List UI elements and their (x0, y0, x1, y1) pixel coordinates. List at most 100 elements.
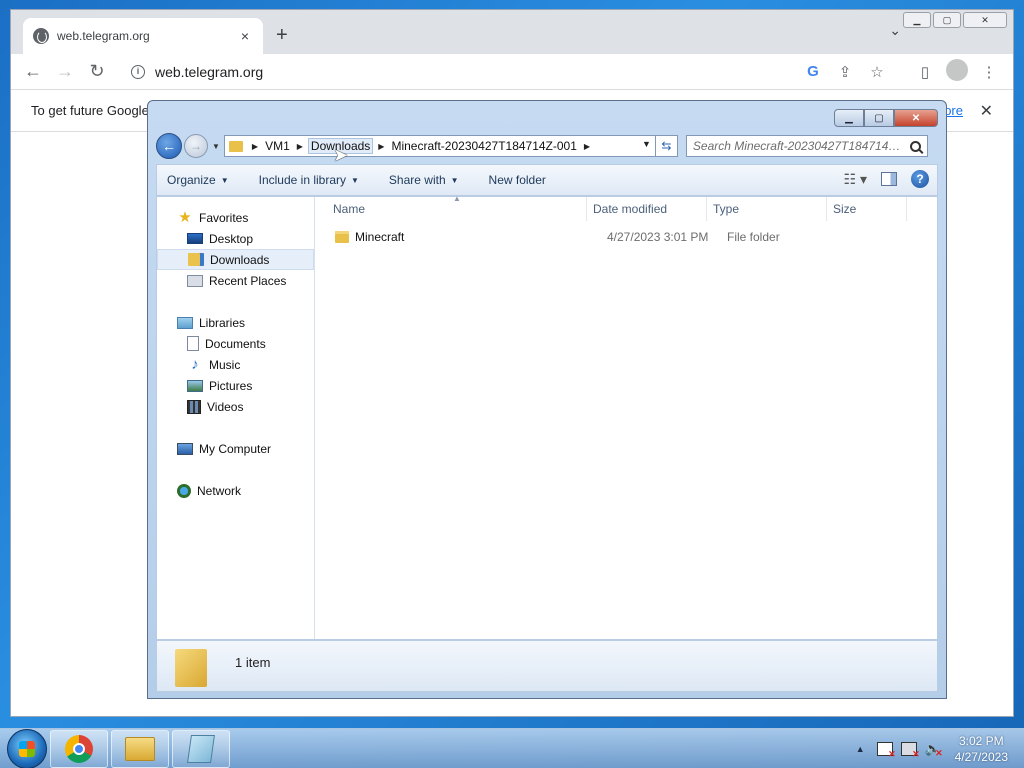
address-bar[interactable]: i web.telegram.org G ⇪ ☆ (123, 57, 901, 86)
folder-icon (228, 140, 243, 152)
refresh-button[interactable]: ⇆ (655, 135, 678, 157)
volume-icon[interactable]: 🔈 (925, 742, 943, 761)
explorer-back-button[interactable]: ← (156, 133, 182, 159)
taskbar-notepad[interactable] (172, 729, 230, 768)
column-name[interactable]: Name (315, 197, 587, 221)
taskbar-chrome[interactable] (50, 729, 108, 768)
nav-pictures[interactable]: Pictures (157, 375, 314, 396)
tab-search-chevron-icon[interactable]: ⌄ (889, 22, 901, 39)
nav-libraries[interactable]: Libraries (157, 312, 314, 333)
site-info-icon[interactable]: i (131, 64, 145, 79)
tab-close-icon[interactable]: × (237, 28, 253, 44)
history-dropdown-icon[interactable]: ▼ (212, 142, 220, 151)
videos-icon (187, 399, 201, 414)
column-headers: ▲ Name Date modified Type Size (315, 194, 937, 221)
network-icon (177, 483, 191, 498)
maximize-button[interactable]: ▢ (933, 12, 961, 28)
file-row[interactable]: Minecraft 4/27/2023 3:01 PM File folder (315, 226, 937, 248)
libraries-icon (177, 316, 193, 329)
column-date-modified[interactable]: Date modified (587, 197, 707, 221)
breadcrumb-chevron-icon[interactable]: ▶ (378, 142, 384, 151)
breadcrumb-minecraft-folder[interactable]: Minecraft-20230427T184714Z-001 (389, 139, 578, 153)
side-panel-icon[interactable]: ▯ (909, 63, 941, 81)
change-view-icon[interactable]: ☷ ▾ (844, 171, 867, 188)
back-button[interactable]: ← (19, 61, 47, 82)
taskbar-explorer[interactable] (111, 729, 169, 768)
network-status-icon[interactable] (900, 742, 920, 760)
new-tab-button[interactable]: + (276, 24, 288, 47)
start-button[interactable] (7, 728, 47, 768)
help-icon[interactable]: ? (911, 170, 929, 188)
nav-videos[interactable]: Videos (157, 396, 314, 417)
explorer-maximize-button[interactable]: ▢ (864, 109, 894, 127)
nav-music[interactable]: ♪ Music (157, 354, 314, 375)
organize-button[interactable]: Organize ▼ (167, 173, 229, 187)
url-text[interactable]: web.telegram.org (155, 64, 797, 80)
dropdown-arrow-icon: ▼ (450, 175, 459, 185)
browser-tab[interactable]: web.telegram.org × (23, 18, 263, 54)
nav-recent-places[interactable]: Recent Places (157, 270, 314, 291)
nav-documents[interactable]: Documents (157, 333, 314, 354)
explorer-address-bar[interactable]: ▶ VM1 ▶ Downloads ▶ Minecraft-20230427T1… (223, 135, 656, 157)
nav-desktop[interactable]: Desktop (157, 228, 314, 249)
action-center-icon[interactable] (876, 742, 896, 760)
nav-videos-label: Videos (207, 399, 244, 414)
explorer-forward-button[interactable]: → (184, 134, 208, 158)
recent-places-icon (187, 274, 203, 287)
search-input[interactable]: Search Minecraft-20230427T184714Z-001 (685, 135, 928, 157)
preview-pane-icon[interactable] (881, 172, 897, 186)
nav-pictures-label: Pictures (209, 378, 253, 393)
navigation-pane: ★ Favorites Desktop Downloads Recent Plac… (157, 197, 315, 639)
infobar-close-icon[interactable]: ✕ (980, 101, 993, 121)
nav-desktop-label: Desktop (209, 231, 254, 246)
chrome-menu-icon[interactable]: ⋮ (973, 63, 1005, 81)
address-dropdown-icon[interactable]: ▼ (642, 139, 651, 149)
explorer-minimize-button[interactable]: ▁ (834, 109, 864, 127)
bookmark-star-icon[interactable]: ☆ (861, 63, 893, 81)
reload-button[interactable]: ↻ (83, 61, 111, 82)
nav-downloads[interactable]: Downloads (157, 249, 314, 270)
breadcrumb-chevron-icon[interactable]: ▶ (584, 142, 590, 151)
file-type: File folder (727, 230, 780, 244)
column-size[interactable]: Size (827, 197, 907, 221)
nav-my-computer[interactable]: My Computer (157, 438, 314, 459)
explorer-close-button[interactable]: ✕ (894, 109, 938, 127)
share-with-button[interactable]: Share with ▼ (389, 173, 459, 187)
sort-arrow-icon: ▲ (453, 194, 461, 203)
globe-icon (33, 28, 49, 44)
chrome-window-controls: ▁ ▢ ✕ (903, 12, 1007, 28)
file-name[interactable]: Minecraft (355, 230, 601, 244)
item-count: 1 item (235, 655, 271, 670)
documents-icon (187, 336, 199, 351)
infobar-text: To get future Google (31, 103, 149, 118)
include-in-library-button[interactable]: Include in library ▼ (259, 173, 359, 187)
minimize-button[interactable]: ▁ (903, 12, 931, 28)
include-in-library-label: Include in library (258, 173, 346, 187)
dropdown-arrow-icon: ▼ (351, 175, 359, 185)
breadcrumb-chevron-icon[interactable]: ▶ (252, 142, 258, 151)
close-button[interactable]: ✕ (963, 12, 1007, 28)
infobar-link[interactable]: ore (944, 103, 963, 118)
view-controls: ☷ ▾ ? (844, 170, 929, 188)
breadcrumb-vm1[interactable]: VM1 (263, 139, 292, 153)
chrome-toolbar: ← → ↻ i web.telegram.org G ⇪ ☆ ▯ ⋮ (11, 54, 1013, 90)
nav-favorites[interactable]: ★ Favorites (157, 207, 314, 228)
profile-button[interactable] (941, 58, 973, 85)
breadcrumb-chevron-icon[interactable]: ▶ (297, 142, 303, 151)
column-type[interactable]: Type (707, 197, 827, 221)
folder-large-icon (175, 649, 207, 687)
chrome-icon (65, 734, 93, 763)
search-icon[interactable] (909, 140, 921, 152)
clock[interactable]: 3:02 PM 4/27/2023 (955, 733, 1008, 765)
google-lens-icon[interactable]: G (797, 63, 829, 80)
forward-button[interactable]: → (51, 61, 79, 82)
share-icon[interactable]: ⇪ (829, 63, 861, 81)
new-folder-button[interactable]: New folder (489, 173, 546, 187)
search-placeholder[interactable]: Search Minecraft-20230427T184714Z-001 (693, 139, 906, 153)
show-hidden-icons-arrow-icon[interactable]: ▲ (856, 744, 865, 754)
explorer-address-row: ← → ▼ ▶ VM1 ▶ Downloads ▶ Minecraft-2023… (156, 133, 938, 159)
nav-network-label: Network (197, 483, 242, 498)
nav-network[interactable]: Network (157, 480, 314, 501)
